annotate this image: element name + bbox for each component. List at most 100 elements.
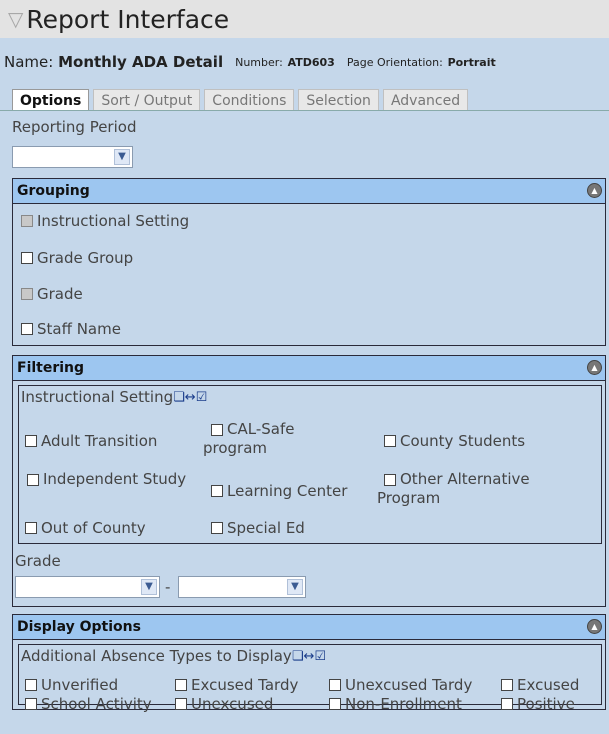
grouping-option-grade[interactable]: Grade: [21, 285, 83, 303]
option-label: Instructional Setting: [37, 212, 190, 230]
reporting-period-label: Reporting Period: [12, 118, 137, 136]
chevron-down-icon[interactable]: ▼: [114, 149, 130, 165]
filter-option-adult-transition[interactable]: Adult Transition: [25, 432, 157, 450]
absence-option-school-activity[interactable]: School Activity: [25, 695, 152, 713]
filter-option-learning-center[interactable]: Learning Center: [211, 482, 347, 500]
absence-option-excused[interactable]: Excused: [501, 676, 579, 694]
absence-types-header: Additional Absence Types to Display❏↔☑: [21, 647, 326, 665]
filter-option-independent-study[interactable]: Independent Study: [21, 470, 191, 489]
checkbox[interactable]: [329, 679, 341, 691]
collapse-icon[interactable]: ▲: [587, 619, 602, 634]
grade-from-select[interactable]: ▼: [15, 576, 160, 598]
absence-option-excused-tardy[interactable]: Excused Tardy: [175, 676, 298, 694]
name-label: Name:: [4, 53, 54, 71]
option-label: Special Ed: [227, 519, 305, 537]
checkbox[interactable]: [384, 473, 396, 486]
option-label: Unexcused: [191, 695, 274, 713]
option-label: School Activity: [41, 695, 152, 713]
checkbox[interactable]: [21, 252, 33, 264]
report-number: ATD603: [287, 55, 335, 69]
filtering-title: Filtering: [17, 360, 85, 376]
option-label: Unverified: [41, 676, 119, 694]
option-label: Excused: [517, 676, 580, 694]
absence-option-positive[interactable]: Positive: [501, 695, 575, 713]
grade-to-select[interactable]: ▼: [178, 576, 306, 598]
orientation-value: Portrait: [447, 55, 496, 69]
orientation-label: Page Orientation:: [346, 55, 443, 69]
absence-types-box: Additional Absence Types to Display❏↔☑ U…: [18, 644, 602, 713]
display-options-title: Display Options: [17, 619, 141, 635]
tab-advanced[interactable]: Advanced: [382, 89, 469, 111]
tab-underline: [0, 110, 609, 111]
instructional-setting-label: Instructional Setting: [21, 388, 174, 406]
checkbox[interactable]: [501, 679, 513, 691]
filter-option-special-ed[interactable]: Special Ed: [211, 519, 305, 537]
checkbox[interactable]: [384, 435, 396, 447]
checkbox[interactable]: [21, 288, 33, 300]
collapse-icon[interactable]: ▲: [587, 360, 602, 375]
chevron-down-icon[interactable]: ▼: [287, 579, 303, 595]
absence-option-unverified[interactable]: Unverified: [25, 676, 118, 694]
option-label: Other Alternative Program: [377, 470, 530, 507]
grade-range-separator: -: [165, 578, 171, 596]
toggle-select-all-icon[interactable]: ❏↔☑: [292, 649, 326, 664]
checkbox[interactable]: [329, 698, 341, 710]
filter-option-other-alternative[interactable]: Other Alternative Program: [377, 470, 577, 508]
checkbox[interactable]: [27, 473, 39, 486]
grouping-header: Grouping ▲: [13, 179, 605, 204]
tab-sort-output[interactable]: Sort / Output: [93, 89, 201, 111]
checkbox[interactable]: [175, 698, 187, 710]
grouping-title: Grouping: [17, 183, 90, 199]
collapse-icon[interactable]: ▲: [587, 183, 602, 198]
checkbox[interactable]: [175, 679, 187, 691]
grade-label: Grade: [15, 552, 61, 570]
option-label: Out of County: [41, 519, 146, 537]
reporting-period-select[interactable]: ▼: [12, 146, 133, 168]
grouping-option-staff-name[interactable]: Staff Name: [21, 320, 121, 338]
tab-selection[interactable]: Selection: [298, 89, 379, 111]
tab-options[interactable]: Options: [12, 89, 90, 111]
checkbox[interactable]: [21, 215, 33, 227]
title-bar: ▽ Report Interface: [0, 0, 609, 38]
filter-option-out-of-county[interactable]: Out of County: [25, 519, 146, 537]
app-title: Report Interface: [26, 4, 230, 34]
grouping-option-instructional-setting[interactable]: Instructional Setting: [21, 212, 189, 230]
display-options-header: Display Options ▲: [13, 615, 605, 640]
toggle-select-all-icon[interactable]: ❏↔☑: [173, 390, 207, 405]
option-label: Positive: [517, 695, 575, 713]
instructional-setting-header: Instructional Setting❏↔☑: [21, 388, 207, 406]
checkbox[interactable]: [211, 485, 223, 497]
grouping-option-grade-group[interactable]: Grade Group: [21, 249, 133, 267]
option-label: Adult Transition: [41, 432, 158, 450]
report-info-bar: Name: Monthly ADA Detail Number: ATD603 …: [0, 38, 609, 86]
absence-option-non-enrollment[interactable]: Non-Enrollment: [329, 695, 462, 713]
absence-option-unexcused[interactable]: Unexcused: [175, 695, 273, 713]
checkbox[interactable]: [25, 435, 37, 447]
option-label: County Students: [400, 432, 526, 450]
checkbox[interactable]: [21, 323, 33, 335]
report-name: Monthly ADA Detail: [58, 53, 224, 71]
option-label: Unexcused Tardy: [345, 676, 473, 694]
filter-option-county-students[interactable]: County Students: [384, 432, 525, 450]
checkbox[interactable]: [501, 698, 513, 710]
filter-option-cal-safe[interactable]: CAL-Safe program: [203, 420, 363, 458]
option-label: Staff Name: [37, 320, 121, 338]
checkbox[interactable]: [211, 423, 223, 436]
chevron-down-icon[interactable]: ▼: [141, 579, 157, 595]
filtering-section: Filtering ▲ Instructional Setting❏↔☑ Adu…: [12, 355, 606, 607]
option-label: Excused Tardy: [191, 676, 299, 694]
number-label: Number:: [235, 55, 283, 69]
display-options-section: Display Options ▲ Additional Absence Typ…: [12, 614, 606, 713]
checkbox[interactable]: [211, 522, 223, 534]
grouping-section: Grouping ▲ Instructional Setting Grade G…: [12, 178, 606, 346]
option-label: Non-Enrollment: [345, 695, 462, 713]
tab-bar: Options Sort / Output Conditions Selecti…: [12, 89, 472, 111]
checkbox[interactable]: [25, 698, 37, 710]
tab-conditions[interactable]: Conditions: [204, 89, 295, 111]
checkbox[interactable]: [25, 522, 37, 534]
option-label: Grade: [37, 285, 83, 303]
absence-option-unexcused-tardy[interactable]: Unexcused Tardy: [329, 676, 472, 694]
absence-types-label: Additional Absence Types to Display: [21, 647, 292, 665]
option-label: Grade Group: [37, 249, 134, 267]
checkbox[interactable]: [25, 679, 37, 691]
